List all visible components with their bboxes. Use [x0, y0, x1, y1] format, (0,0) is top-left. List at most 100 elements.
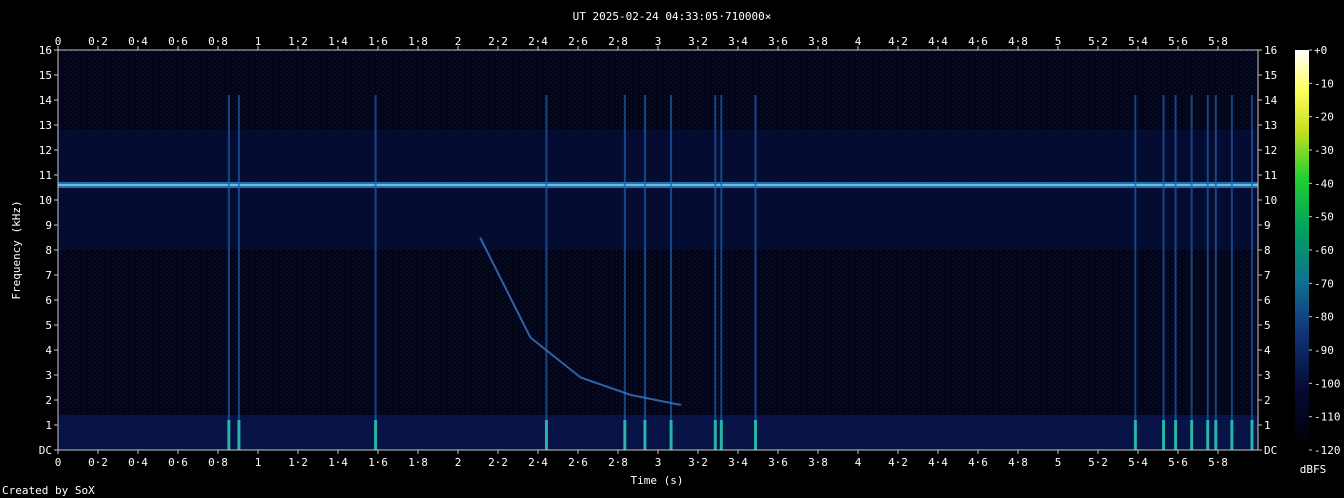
- colorbar-tick-label: -10: [1314, 77, 1334, 90]
- y-tick-label: 3: [45, 369, 52, 382]
- x-tick-label-top: 0·8: [208, 35, 228, 48]
- y-axis-label: Frequency (kHz): [10, 200, 23, 299]
- x-tick-label-top: 3·8: [808, 35, 828, 48]
- x-tick-label: 3·4: [728, 456, 748, 469]
- x-tick-label-top: 5·8: [1208, 35, 1228, 48]
- transient-line: [1174, 95, 1177, 450]
- y-tick-label: 15: [39, 69, 52, 82]
- x-tick-label-top: 5·2: [1088, 35, 1108, 48]
- x-tick-label: 3·2: [688, 456, 708, 469]
- x-tick-label: 1: [255, 456, 262, 469]
- transient-burst: [1206, 420, 1210, 450]
- y-tick-label-right: 2: [1264, 394, 1271, 407]
- transient-burst: [1162, 420, 1166, 450]
- transient-burst: [544, 420, 548, 450]
- x-tick-label: 3·8: [808, 456, 828, 469]
- transient-burst: [753, 420, 757, 450]
- x-tick-label: 2·4: [528, 456, 548, 469]
- x-tick-label: 1·6: [368, 456, 388, 469]
- y-tick-label-right: 10: [1264, 194, 1277, 207]
- x-tick-label-top: 2·6: [568, 35, 588, 48]
- x-tick-label: 5·2: [1088, 456, 1108, 469]
- colorbar-tick-label: -80: [1314, 311, 1334, 324]
- y-tick-label-right: 4: [1264, 344, 1271, 357]
- y-tick-label: 8: [45, 244, 52, 257]
- x-tick-label-top: 3·6: [768, 35, 788, 48]
- transient-line: [374, 95, 377, 450]
- y-tick-label-right: 7: [1264, 269, 1271, 282]
- transient-burst: [1230, 420, 1234, 450]
- y-tick-label-right: 1: [1264, 419, 1271, 432]
- x-tick-label-top: 3: [655, 35, 662, 48]
- transient-burst: [1214, 420, 1218, 450]
- y-tick-label-right: 12: [1264, 144, 1277, 157]
- y-tick-label-right: 11: [1264, 169, 1277, 182]
- y-tick-label: 16: [39, 44, 52, 57]
- transient-line: [1250, 95, 1253, 450]
- transient-burst: [719, 420, 723, 450]
- y-tick-label-right: 14: [1264, 94, 1278, 107]
- x-tick-label: 0·8: [208, 456, 228, 469]
- colorbar-tick-label: -70: [1314, 277, 1334, 290]
- x-tick-label: 2·2: [488, 456, 508, 469]
- transient-line: [714, 95, 717, 450]
- colorbar-tick-label: -20: [1314, 111, 1334, 124]
- x-tick-label: 5·4: [1128, 456, 1148, 469]
- transient-line: [720, 95, 723, 450]
- x-tick-label: 3·6: [768, 456, 788, 469]
- x-tick-label: 0·4: [128, 456, 148, 469]
- x-tick-label: 4·8: [1008, 456, 1028, 469]
- transient-line: [1230, 95, 1233, 450]
- transient-line: [1162, 95, 1165, 450]
- x-tick-label-top: 1·6: [368, 35, 388, 48]
- y-tick-label-right: 16: [1264, 44, 1277, 57]
- colorbar-tick-label: -50: [1314, 211, 1334, 224]
- transient-line: [1214, 95, 1217, 450]
- y-tick-label-right: DC: [1264, 444, 1277, 457]
- transient-burst: [227, 420, 231, 450]
- transient-burst: [237, 420, 241, 450]
- y-tick-label-right: 5: [1264, 319, 1271, 332]
- chart-title: UT 2025-02-24 04:33:05·710000×: [573, 10, 772, 23]
- y-tick-label-right: 8: [1264, 244, 1271, 257]
- transient-line: [1206, 95, 1209, 450]
- colorbar: [1295, 50, 1309, 450]
- transient-burst: [1133, 420, 1137, 450]
- x-tick-label-top: 4·6: [968, 35, 988, 48]
- y-tick-label: 1: [45, 419, 52, 432]
- y-tick-label: 14: [39, 94, 53, 107]
- x-tick-label: 1·4: [328, 456, 348, 469]
- colorbar-tick-label: -110: [1314, 411, 1341, 424]
- x-tick-label: 5·8: [1208, 456, 1228, 469]
- x-tick-label-top: 0: [55, 35, 62, 48]
- colorbar-tick-label: +0: [1314, 44, 1327, 57]
- transient-burst: [1250, 420, 1254, 450]
- x-tick-label: 5: [1055, 456, 1062, 469]
- y-tick-label: 10: [39, 194, 52, 207]
- x-tick-label-top: 2·8: [608, 35, 628, 48]
- x-tick-label-top: 0·6: [168, 35, 188, 48]
- colorbar-tick-label: -30: [1314, 144, 1334, 157]
- footer-credit: Created by SoX: [2, 484, 95, 497]
- x-tick-label-top: 1: [255, 35, 262, 48]
- x-tick-label-top: 3·2: [688, 35, 708, 48]
- transient-line: [670, 95, 673, 450]
- transient-burst: [713, 420, 717, 450]
- colorbar-tick-label: -90: [1314, 344, 1334, 357]
- x-tick-label: 4·2: [888, 456, 908, 469]
- x-tick-label-top: 4: [855, 35, 862, 48]
- x-tick-label: 3: [655, 456, 662, 469]
- y-tick-label: 7: [45, 269, 52, 282]
- transient-burst: [374, 420, 378, 450]
- x-tick-label-top: 1·2: [288, 35, 308, 48]
- transient-line: [1190, 95, 1193, 450]
- x-tick-label-top: 4·8: [1008, 35, 1028, 48]
- colorbar-tick-label: -120: [1314, 444, 1341, 457]
- colorbar-label: dBFS: [1300, 463, 1327, 476]
- transient-burst: [1174, 420, 1178, 450]
- x-tick-label: 2: [455, 456, 462, 469]
- transient-line: [1134, 95, 1137, 450]
- x-tick-label: 2·8: [608, 456, 628, 469]
- x-tick-label-top: 2: [455, 35, 462, 48]
- transient-line: [227, 95, 230, 450]
